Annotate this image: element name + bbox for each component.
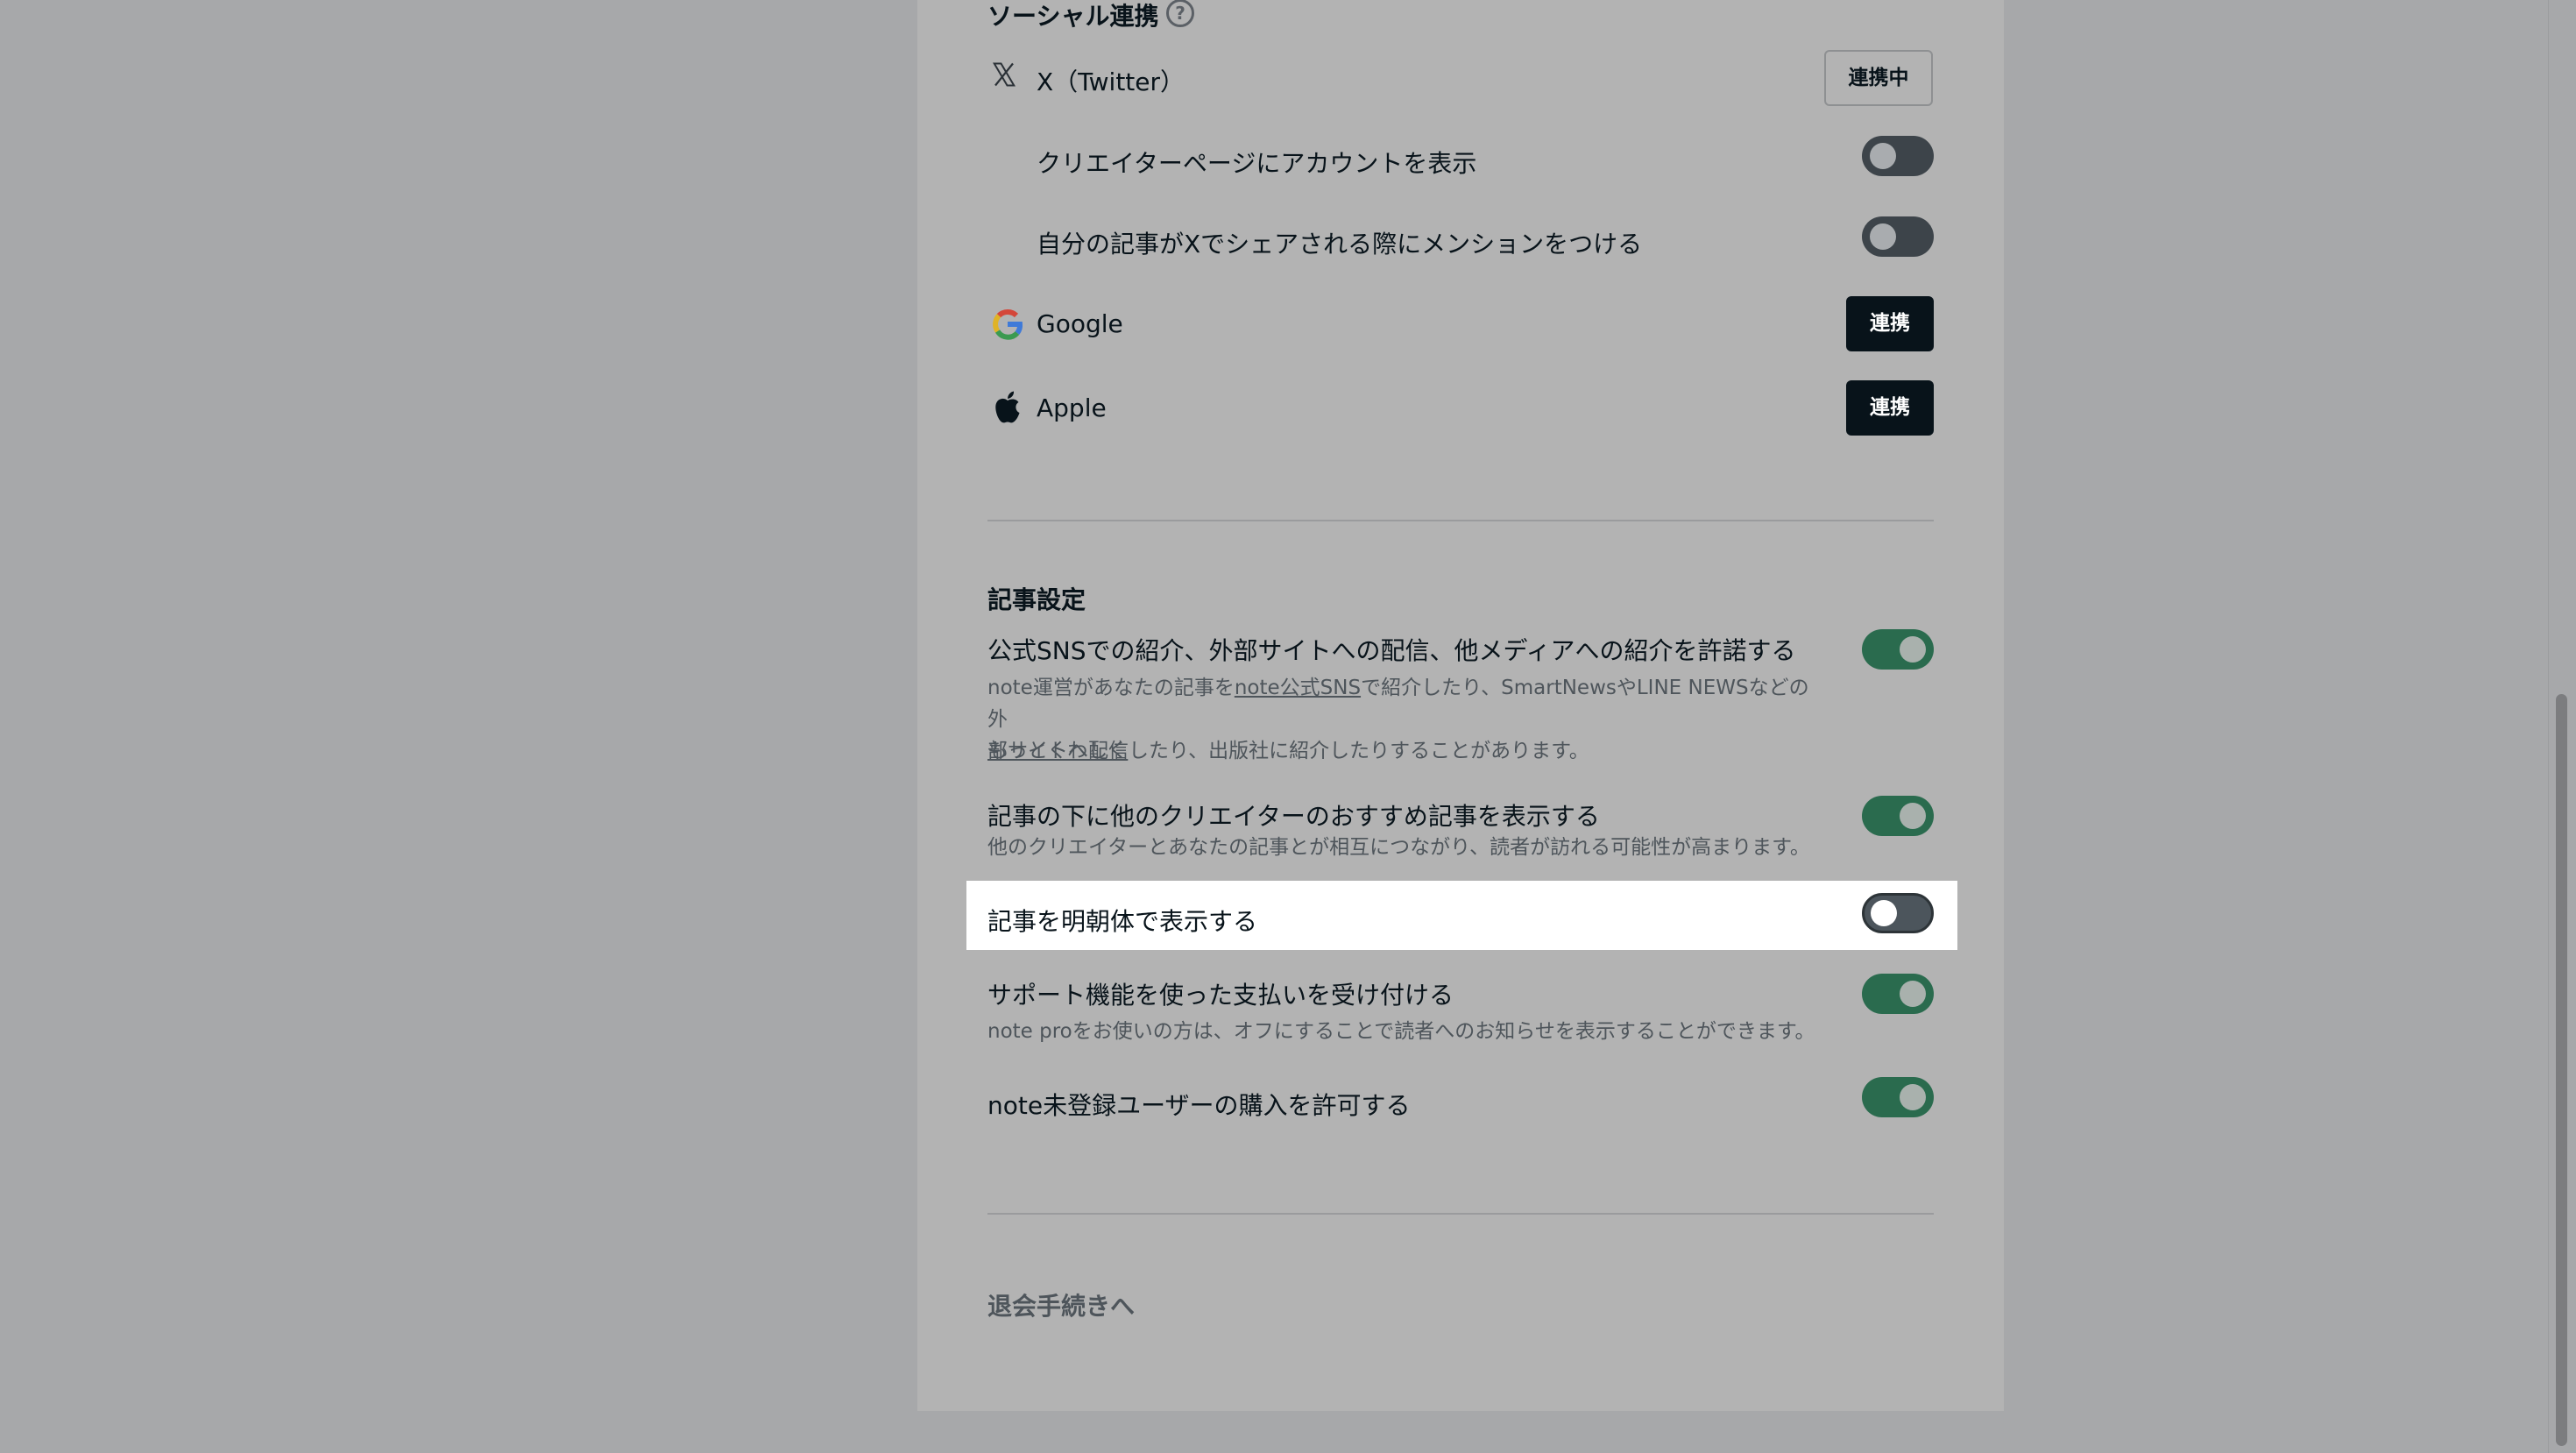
toggle-knob — [1870, 223, 1896, 250]
google-logo-icon — [990, 307, 1025, 342]
x-mention-label: 自分の記事がXでシェアされる際にメンションをつける — [1037, 230, 1643, 259]
section-divider — [987, 1213, 1934, 1215]
section-divider — [987, 520, 1934, 521]
support-payment-description: note proをお使いの方は、オフにすることで読者へのお知らせを表示することが… — [987, 1020, 1815, 1043]
x-connected-button[interactable]: 連携中 — [1824, 50, 1933, 106]
x-mention-toggle[interactable] — [1862, 216, 1934, 257]
account-deletion-link[interactable]: 退会手続きへ — [987, 1287, 1135, 1322]
sns-permission-toggle[interactable] — [1862, 629, 1934, 670]
support-payment-label: サポート機能を使った支払いを受け付ける — [987, 981, 1454, 1010]
toggle-knob — [1871, 900, 1897, 926]
guest-purchase-label: note未登録ユーザーの購入を許可する — [987, 1091, 1411, 1120]
apple-logo-icon — [992, 389, 1023, 426]
x-show-account-toggle[interactable] — [1862, 136, 1934, 176]
google-connect-button[interactable]: 連携 — [1846, 296, 1934, 351]
desc-text: note運営があなたの記事を — [987, 677, 1235, 699]
mincho-font-toggle[interactable] — [1862, 893, 1934, 933]
recommend-articles-label: 記事の下に他のクリエイターのおすすめ記事を表示する — [987, 802, 1600, 831]
note-official-sns-link[interactable]: note公式SNS — [1235, 677, 1361, 699]
toggle-knob — [1870, 143, 1896, 169]
social-section-title: ソーシャル連携 — [987, 2, 1159, 31]
article-section-title: 記事設定 — [987, 585, 1086, 614]
question-circle-icon[interactable]: ? — [1166, 0, 1194, 27]
toggle-knob — [1900, 1084, 1926, 1110]
support-payment-toggle[interactable] — [1862, 974, 1934, 1014]
sns-permission-label: 公式SNSでの紹介、外部サイトへの配信、他メディアへの紹介を許諾する — [987, 636, 1796, 665]
guest-purchase-toggle[interactable] — [1862, 1077, 1934, 1117]
recommend-articles-description: 他のクリエイターとあなたの記事とが相互につながり、読者が訪れる可能性が高まります… — [987, 836, 1810, 859]
more-details-link[interactable]: もっとくわしく — [987, 734, 1128, 763]
x-twitter-label: X（Twitter） — [1037, 67, 1185, 96]
toggle-knob — [1900, 636, 1926, 663]
toggle-knob — [1900, 803, 1926, 829]
x-show-account-label: クリエイターページにアカウントを表示 — [1037, 149, 1477, 178]
apple-connect-button[interactable]: 連携 — [1846, 380, 1934, 436]
google-label: Google — [1037, 309, 1123, 338]
scrollbar-thumb[interactable] — [2556, 694, 2567, 1446]
recommend-articles-toggle[interactable] — [1862, 796, 1934, 836]
apple-label: Apple — [1037, 393, 1107, 422]
toggle-knob — [1900, 981, 1926, 1007]
x-logo-icon — [991, 61, 1017, 88]
mincho-font-label: 記事を明朝体で表示する — [987, 907, 1258, 936]
